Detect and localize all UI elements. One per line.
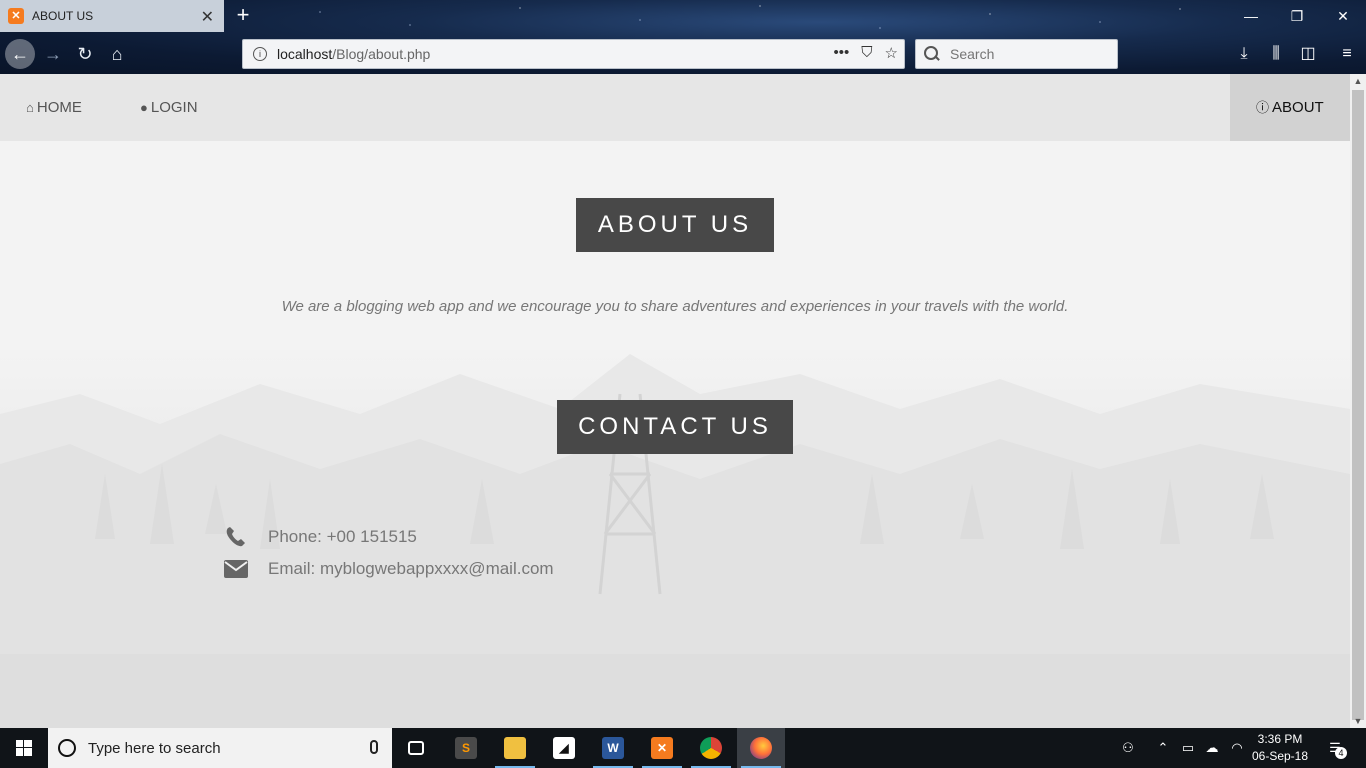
taskbar-sticky-notes[interactable]: ◢ — [540, 728, 588, 768]
home-icon: ⌂ — [26, 100, 34, 115]
search-icon — [924, 46, 940, 62]
file-explorer-icon — [504, 737, 526, 759]
library-icon[interactable]: ⫼ — [1265, 43, 1287, 65]
taskbar-file-explorer[interactable] — [491, 728, 539, 768]
forward-icon[interactable]: → — [38, 39, 68, 69]
nav-about-label: ABOUT — [1272, 99, 1324, 116]
nav-login[interactable]: ● LOGIN — [140, 74, 198, 141]
clock-date: 06-Sep-18 — [1251, 749, 1309, 763]
home-icon[interactable]: ⌂ — [102, 39, 132, 69]
search-input[interactable] — [948, 45, 1108, 63]
system-clock[interactable]: 3:36 PM 06-Sep-18 — [1244, 731, 1316, 765]
web-page: ⌂ HOME ● LOGIN ⓘ ABOUT ABOUT US We are a bl… — [0, 74, 1350, 728]
sidebar-icon[interactable]: ◫ — [1297, 43, 1319, 65]
url-path: /Blog/about.php — [332, 46, 431, 62]
url-bar[interactable]: i localhost/Blog/about.php ••• ⛉ ☆ — [242, 39, 905, 69]
taskbar-search-placeholder: Type here to search — [88, 739, 221, 757]
info-circle-icon: ⓘ — [1256, 100, 1270, 115]
nav-home[interactable]: ⌂ HOME — [26, 74, 82, 141]
windows-start-icon[interactable] — [0, 728, 48, 768]
close-window-icon[interactable]: ✕ — [1320, 0, 1366, 32]
taskbar-word[interactable]: W — [589, 728, 637, 768]
sublime-text-icon: S — [455, 737, 477, 759]
scroll-up-icon[interactable]: ▲ — [1350, 74, 1366, 88]
download-icon[interactable]: ⤓ — [1233, 43, 1255, 65]
browser-tab[interactable]: ✕ ABOUT US ✕ — [0, 0, 224, 32]
back-icon[interactable]: ← — [5, 39, 35, 69]
nav-login-label: LOGIN — [150, 99, 198, 116]
site-info-icon[interactable]: i — [253, 47, 267, 61]
clock-time: 3:36 PM — [1257, 732, 1303, 746]
microphone-icon[interactable] — [370, 740, 378, 754]
minimize-icon[interactable]: — — [1228, 0, 1274, 32]
scroll-down-icon[interactable]: ▼ — [1350, 714, 1366, 728]
onedrive-icon[interactable]: ☁ — [1200, 728, 1224, 768]
battery-icon[interactable]: ▭ — [1176, 728, 1200, 768]
taskbar-chrome[interactable] — [687, 728, 735, 768]
reload-icon[interactable]: ↻ — [70, 39, 100, 69]
word-icon: W — [602, 737, 624, 759]
pocket-icon[interactable]: ⛉ — [861, 44, 872, 62]
contact-email-row: Email: myblogwebappxxxx@mail.com — [224, 558, 554, 580]
task-view-icon — [408, 741, 424, 755]
about-description: We are a blogging web app and we encoura… — [281, 298, 1069, 315]
task-view-button[interactable] — [392, 728, 440, 768]
sticky-notes-icon: ◢ — [553, 737, 575, 759]
xampp-favicon-icon: ✕ — [8, 8, 24, 24]
bookmark-star-icon[interactable]: ☆ — [885, 44, 898, 62]
browser-chrome: ✕ ABOUT US ✕ + — ❐ ✕ ← → ↻ ⌂ i localhost… — [0, 0, 1366, 74]
taskbar-search-box[interactable]: Type here to search — [48, 728, 392, 768]
search-bar[interactable] — [915, 39, 1118, 69]
close-tab-icon[interactable]: ✕ — [201, 7, 214, 27]
page-scrollbar[interactable]: ▲ ▼ — [1350, 74, 1366, 728]
phone-icon — [226, 527, 245, 547]
contact-heading: CONTACT US — [557, 400, 793, 454]
taskbar-sublime-text[interactable]: S — [442, 728, 490, 768]
taskbar-firefox[interactable] — [737, 728, 785, 768]
menu-icon[interactable]: ≡ — [1336, 43, 1358, 65]
contact-phone-row: Phone: +00 151515 — [224, 526, 417, 548]
chrome-icon — [700, 737, 722, 759]
new-tab-icon[interactable]: + — [232, 4, 254, 26]
nav-about[interactable]: ⓘ ABOUT — [1230, 74, 1350, 141]
windows-taskbar: Type here to search S ◢ W ✕ ⚇ ⌃ ▭ ☁ ◠ 3:… — [0, 728, 1366, 768]
about-heading: ABOUT US — [576, 198, 774, 252]
action-center-icon[interactable]: ☰ 4 — [1320, 728, 1350, 768]
xampp-icon: ✕ — [651, 737, 673, 759]
user-icon: ● — [140, 100, 148, 115]
cortana-icon — [58, 739, 76, 757]
url-text[interactable]: localhost/Blog/about.php — [277, 46, 430, 62]
nav-home-label: HOME — [36, 99, 82, 116]
site-navbar: ⌂ HOME ● LOGIN ⓘ ABOUT — [0, 74, 1350, 141]
contact-email[interactable]: Email: myblogwebappxxxx@mail.com — [268, 559, 554, 579]
notification-badge: 4 — [1335, 747, 1347, 759]
page-actions-icon[interactable]: ••• — [834, 44, 850, 62]
scrollbar-thumb[interactable] — [1352, 90, 1364, 720]
tab-title: ABOUT US — [32, 9, 94, 23]
envelope-icon — [224, 560, 248, 578]
browser-toolbar: ← → ↻ ⌂ i localhost/Blog/about.php ••• ⛉… — [0, 33, 1366, 74]
taskbar-xampp[interactable]: ✕ — [638, 728, 686, 768]
restore-icon[interactable]: ❐ — [1274, 0, 1320, 32]
firefox-icon — [750, 737, 772, 759]
contact-phone: Phone: +00 151515 — [268, 527, 417, 546]
show-hidden-icons-icon[interactable]: ⌃ — [1152, 728, 1174, 768]
url-host: localhost — [277, 46, 333, 62]
people-icon[interactable]: ⚇ — [1116, 728, 1140, 768]
